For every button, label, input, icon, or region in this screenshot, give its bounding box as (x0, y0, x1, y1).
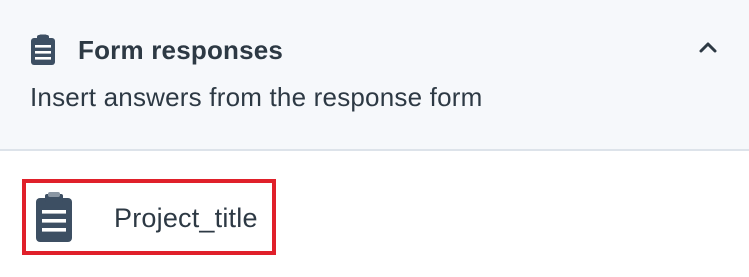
section-title: Form responses (78, 34, 284, 65)
section-header-row: Form responses (30, 30, 283, 70)
clipboard-icon (30, 34, 56, 66)
clipboard-icon (34, 191, 74, 243)
field-item-label: Project_title (114, 203, 258, 233)
section-header[interactable]: Form responses Insert answers from the r… (0, 0, 749, 151)
field-item-project-title[interactable]: Project_title (22, 179, 276, 255)
section-subtitle: Insert answers from the response form (30, 82, 483, 112)
chevron-up-icon[interactable] (693, 32, 723, 62)
form-responses-panel: Form responses Insert answers from the r… (0, 0, 749, 277)
